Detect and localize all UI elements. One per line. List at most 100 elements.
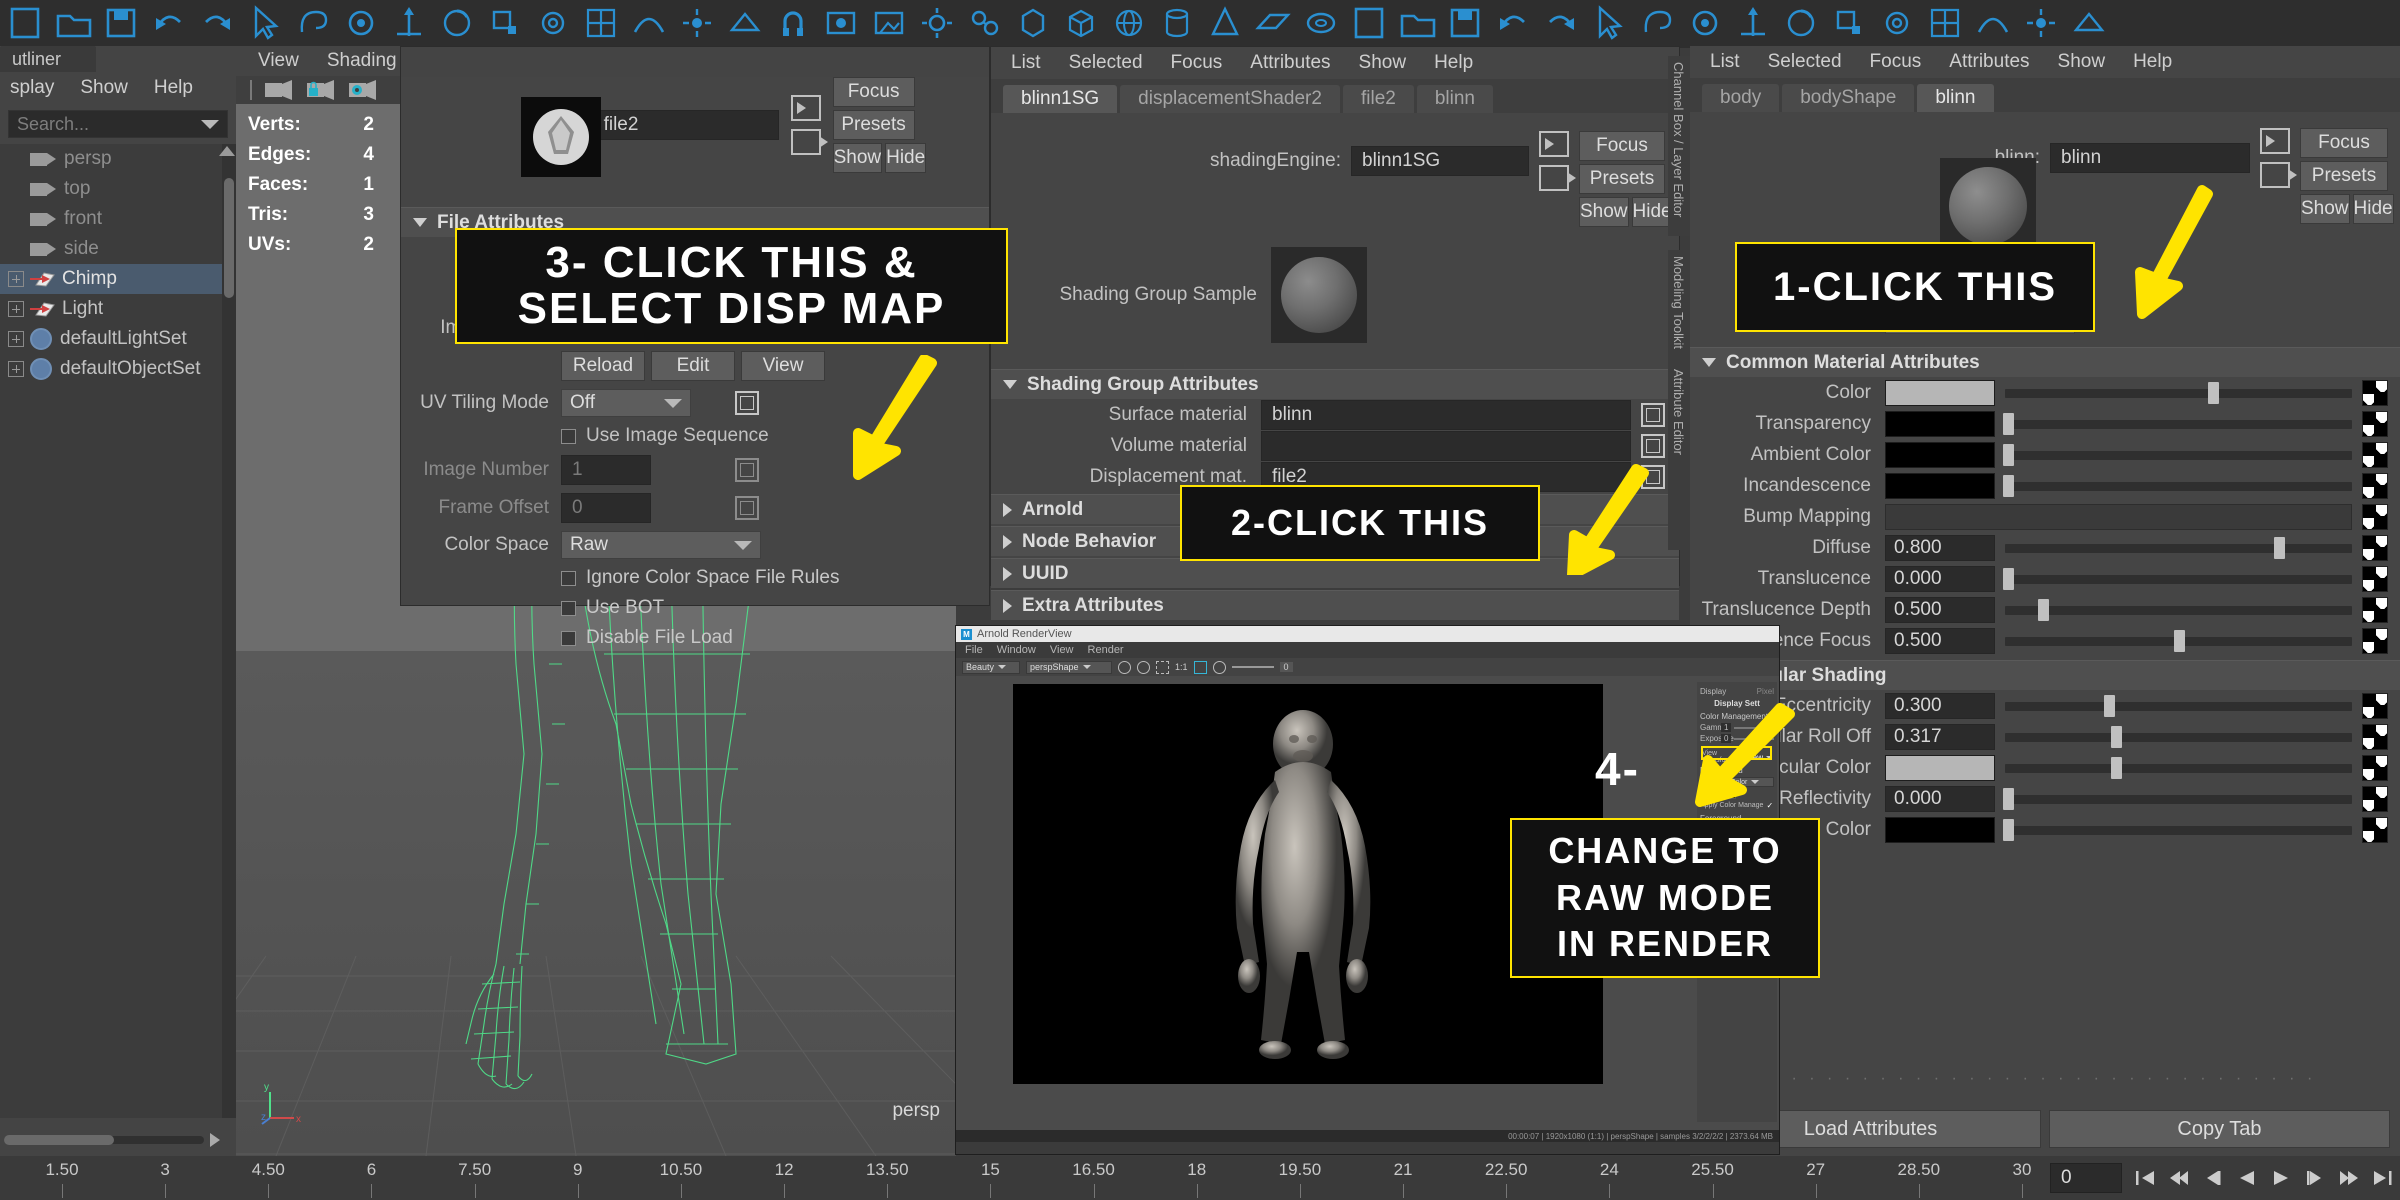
focus-button[interactable]: Focus [2300, 128, 2388, 158]
chevron-down-icon[interactable] [413, 218, 427, 227]
ignore-rules-row[interactable]: Ignore Color Space File Rules [401, 563, 989, 593]
polygon-torus-icon[interactable] [1302, 4, 1340, 42]
ae-menu-focus[interactable]: Focus [1870, 51, 1922, 73]
image-number-map-icon[interactable] [735, 458, 759, 482]
attr-value-input[interactable]: 0.500 [1885, 596, 1995, 623]
tab-body[interactable]: body [1702, 84, 1780, 112]
timeline-panel[interactable]: 1.50 3 4.50 6 7.50 9 10.50 12 13.50 15 16.50 18 19.5… [0, 1156, 2400, 1200]
slider-handle[interactable] [2003, 443, 2015, 466]
presets-button[interactable]: Presets [832, 110, 915, 140]
view-button[interactable]: View [741, 351, 825, 381]
attr-color-swatch[interactable] [1885, 379, 1995, 406]
arnold-renderview-toolbar[interactable]: Beauty perspShape 1:1 0 [956, 658, 1779, 676]
ae-menu-list[interactable]: List [1710, 51, 1740, 73]
attr-map-button[interactable] [2362, 379, 2388, 406]
specular-shading-header[interactable]: Specular Shading [1690, 660, 2400, 690]
attr-slider[interactable] [2005, 628, 2352, 654]
shelf-toolbar[interactable] [0, 0, 2400, 48]
attr-map-button[interactable] [2362, 816, 2388, 843]
arv-menu-window[interactable]: Window [997, 644, 1036, 656]
render-icon[interactable] [822, 4, 860, 42]
attr-slider[interactable] [2005, 380, 2352, 406]
attr-slider[interactable] [2003, 411, 2352, 437]
open-scene-icon[interactable] [54, 4, 92, 42]
attr-value-input[interactable]: 0.300 [1885, 692, 1995, 719]
layout-two-pane-icon[interactable] [1878, 4, 1916, 42]
snap-point-icon[interactable] [678, 4, 716, 42]
attr-map-button[interactable] [2362, 441, 2388, 468]
timeline-transport[interactable]: 0 [2040, 1156, 2400, 1200]
show-button[interactable]: Show [832, 143, 883, 173]
tab-blinn[interactable]: blinn [1416, 85, 1493, 113]
arv-menu-file[interactable]: File [965, 644, 983, 656]
chevron-right-icon[interactable] [1003, 502, 1012, 517]
sg-attr-map-icon[interactable] [1641, 433, 1665, 458]
sidebar-tab-channel-box[interactable]: Channel Box / Layer Editor [1668, 56, 1690, 236]
hypershade-icon[interactable] [966, 4, 1004, 42]
outliner-item-front[interactable]: front [0, 204, 222, 234]
attr-map-button[interactable] [2362, 410, 2388, 437]
play-back-icon[interactable] [2230, 1161, 2264, 1195]
attr-map-button[interactable] [2362, 596, 2388, 623]
snap-grid-icon[interactable] [582, 4, 620, 42]
attr-value-input[interactable]: 0.000 [1885, 565, 1995, 592]
polygon-cone-icon[interactable] [1206, 4, 1244, 42]
region-icon[interactable] [1193, 660, 1207, 674]
outliner-item-persp[interactable]: persp [0, 144, 222, 174]
select-tool-icon[interactable] [246, 4, 284, 42]
show-button[interactable]: Show [1579, 197, 1629, 227]
render-sequence-icon[interactable] [870, 4, 908, 42]
camera-dropdown[interactable]: perspShape [1026, 660, 1112, 674]
outliner-tab[interactable]: utliner [0, 46, 96, 72]
attr-color-swatch[interactable] [1885, 472, 1995, 499]
attr-color-swatch[interactable] [1885, 410, 1995, 437]
gear-icon[interactable] [1212, 660, 1226, 674]
step-forward-key-icon[interactable] [2332, 1161, 2366, 1195]
outliner-search-input[interactable]: Search... [8, 110, 228, 138]
slider-handle[interactable] [2003, 818, 2015, 841]
presets-button[interactable]: Presets [1579, 164, 1665, 194]
attr-map-field[interactable] [1885, 503, 2352, 530]
attr-slider[interactable] [2003, 817, 2352, 843]
slider-handle[interactable] [2003, 412, 2015, 435]
ae-menu-selected[interactable]: Selected [1768, 51, 1842, 73]
attr-map-button[interactable] [2362, 723, 2388, 750]
disable-file-load-checkbox[interactable] [561, 630, 576, 646]
outliner-item-side[interactable]: side [0, 234, 222, 264]
attr-map-button[interactable] [2362, 534, 2388, 561]
sculpt-icon[interactable] [1734, 4, 1772, 42]
sg-menu-selected[interactable]: Selected [1069, 52, 1143, 74]
uv-tiling-map-icon[interactable] [735, 391, 759, 415]
chevron-right-icon[interactable] [1003, 598, 1012, 613]
tab-blinn[interactable]: blinn [1917, 84, 1994, 112]
viewport-menu-view[interactable]: View [258, 50, 299, 72]
attr-slider[interactable] [2003, 442, 2352, 468]
polygon-plane-icon[interactable] [1254, 4, 1292, 42]
polygon-cube-icon[interactable] [1062, 4, 1100, 42]
lock-camera-icon[interactable] [306, 79, 336, 101]
navigate-output-icon[interactable] [790, 129, 828, 155]
outliner-scrollbar[interactable] [222, 144, 236, 1118]
outliner-item-defaultobjectset[interactable]: defaultObjectSet [0, 354, 222, 384]
slider-handle[interactable] [2208, 381, 2220, 404]
ignore-color-space-rules-checkbox[interactable] [561, 570, 576, 586]
arv-menu-render[interactable]: Render [1088, 644, 1124, 656]
expand-icon[interactable] [8, 361, 24, 377]
color-space-dropdown[interactable]: Raw [561, 531, 761, 559]
outliner-item-chimp[interactable]: Chimp [0, 264, 222, 294]
ae-menu-show[interactable]: Show [2058, 51, 2106, 73]
sg-attr-map-icon[interactable] [1641, 402, 1665, 427]
use-bot-row[interactable]: Use BOT [401, 593, 989, 623]
attr-color-swatch[interactable] [1885, 816, 1995, 843]
attribute-editor-tabstrip[interactable]: body bodyShape blinn [1690, 78, 2400, 112]
reload-button[interactable]: Reload [561, 351, 645, 381]
light-editor-icon[interactable] [1014, 4, 1052, 42]
attr-map-button[interactable] [2362, 503, 2388, 530]
attribute-editor-bottom-buttons[interactable]: Load Attributes Copy Tab [1700, 1110, 2390, 1150]
navigate-input-icon[interactable] [790, 95, 821, 121]
slider-handle[interactable] [2038, 598, 2050, 621]
go-to-end-icon[interactable] [2366, 1161, 2400, 1195]
copy-tab-button[interactable]: Copy Tab [2049, 1110, 2390, 1148]
arnold-renderview-titlebar[interactable]: M Arnold RenderView [956, 626, 1779, 642]
step-back-frame-icon[interactable] [2196, 1161, 2230, 1195]
